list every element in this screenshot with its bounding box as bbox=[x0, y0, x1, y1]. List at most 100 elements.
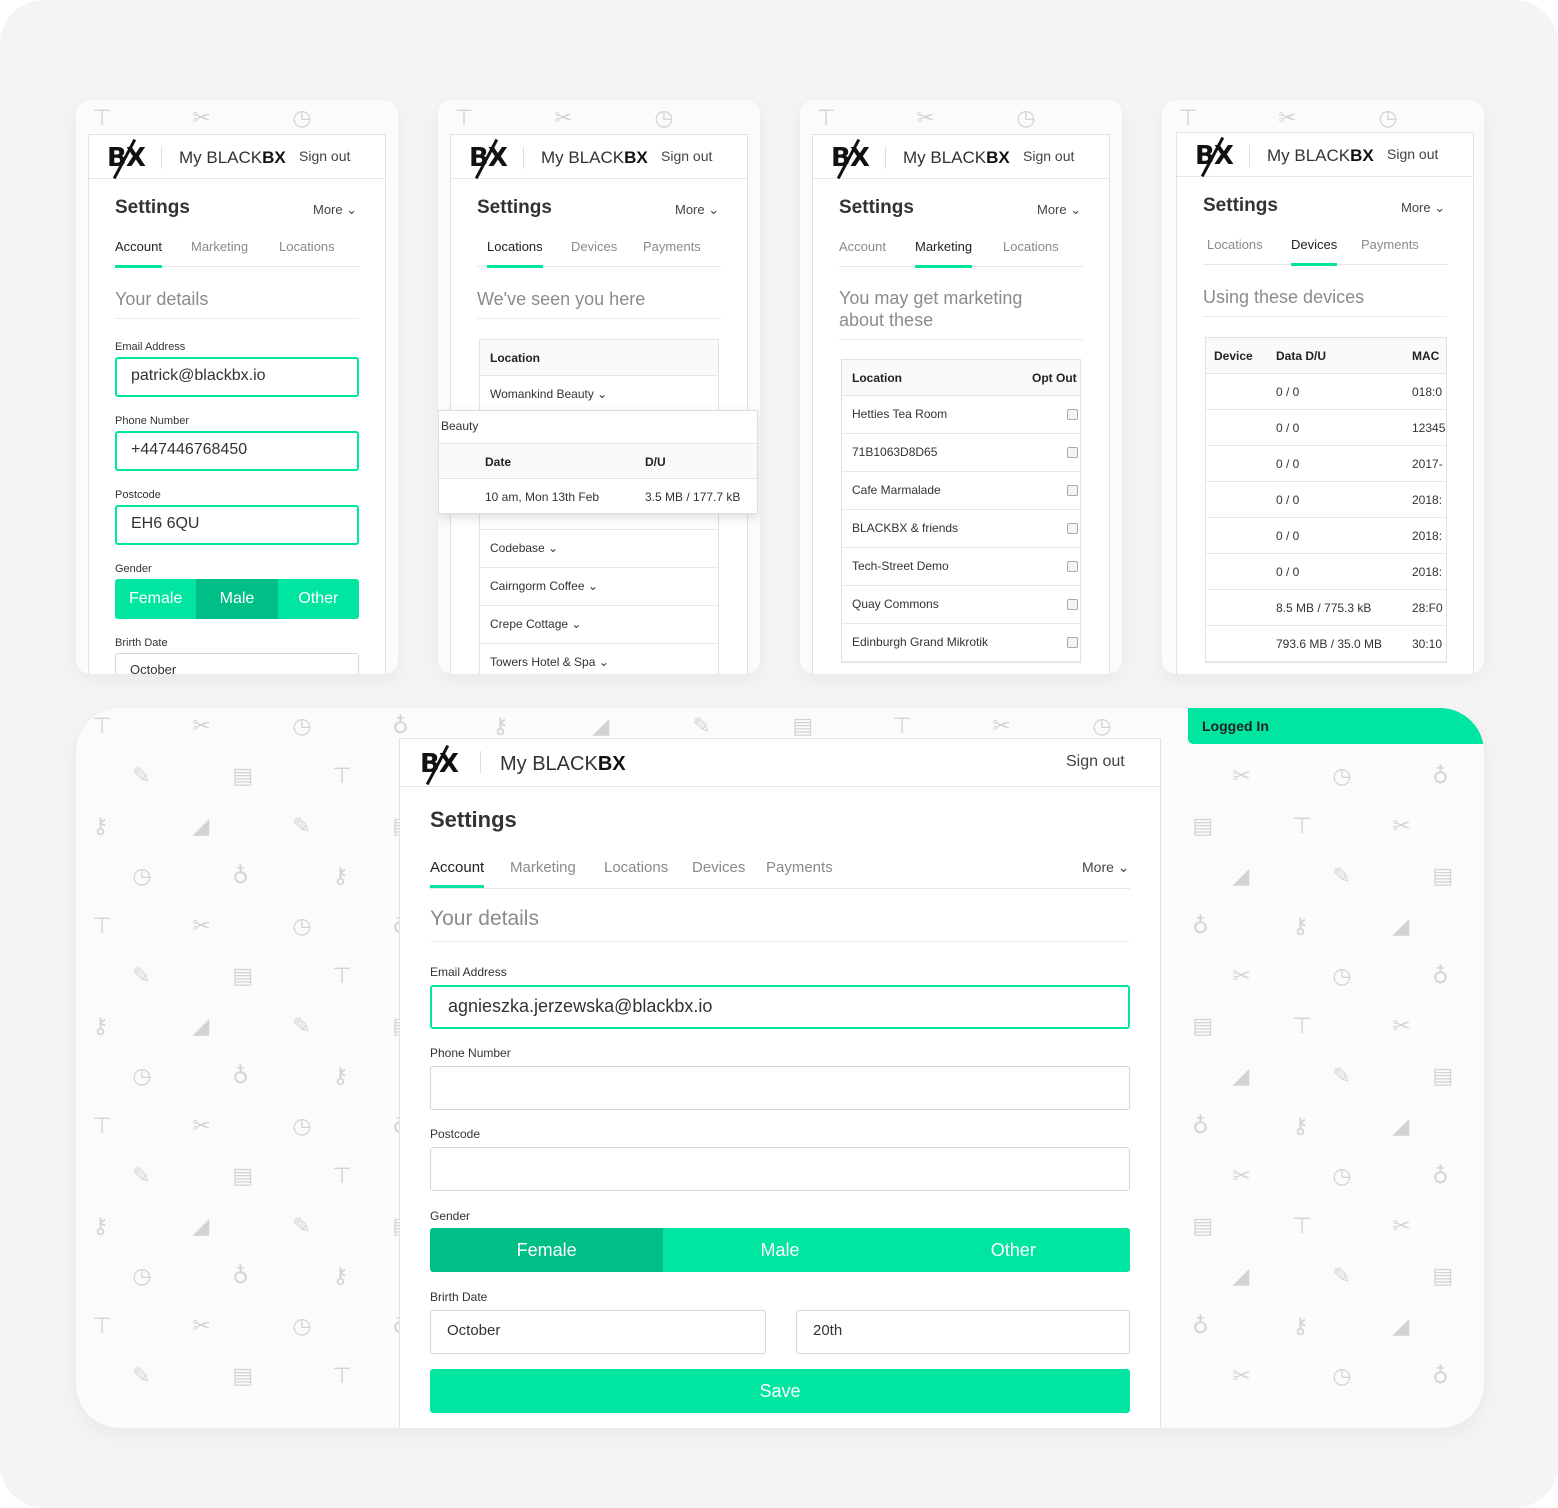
table-header: Location bbox=[480, 340, 718, 376]
signout-link[interactable]: Sign out bbox=[299, 148, 350, 164]
phone-field[interactable]: +447446768450 bbox=[115, 431, 359, 471]
table-row: BLACKBX & friends bbox=[842, 510, 1080, 548]
visit-data: 3.5 MB / 177.7 kB bbox=[645, 490, 741, 504]
more-dropdown[interactable]: More ⌄ bbox=[1082, 859, 1130, 876]
optout-checkbox[interactable] bbox=[1067, 599, 1078, 610]
table-row[interactable]: Womankind Beauty ⌄ bbox=[480, 376, 718, 414]
section-title: Your details bbox=[115, 289, 359, 319]
tab-marketing[interactable]: Marketing bbox=[915, 239, 973, 268]
gender-male[interactable]: Male bbox=[663, 1228, 897, 1272]
section-title-line1: You may get marketing bbox=[839, 288, 1023, 308]
signout-link[interactable]: Sign out bbox=[661, 148, 712, 164]
shower-icon: ⊤ bbox=[1178, 106, 1198, 131]
gender-other[interactable]: Other bbox=[277, 579, 359, 619]
shower-icon: ⊤ bbox=[332, 1364, 352, 1389]
tab-devices[interactable]: Devices bbox=[571, 239, 617, 254]
gender-selector: Female Male Other bbox=[430, 1228, 1130, 1272]
tab-account[interactable]: Account bbox=[115, 239, 162, 268]
signout-link[interactable]: Sign out bbox=[1387, 146, 1438, 162]
key-icon: ⚷ bbox=[1292, 1114, 1309, 1139]
signout-link[interactable]: Sign out bbox=[1066, 753, 1125, 771]
brand-title: My BLACKBX bbox=[500, 753, 626, 775]
train-icon: ▤ bbox=[1432, 864, 1454, 889]
more-dropdown[interactable]: More ⌄ bbox=[313, 202, 357, 218]
location-name: Cairngorm Coffee ⌄ bbox=[490, 579, 598, 593]
logo: BX bbox=[1195, 136, 1234, 178]
table-row[interactable]: Codebase ⌄ bbox=[480, 530, 718, 568]
location-detail-popover: Beauty Date D/U 10 am, Mon 13th Feb 3.5 … bbox=[438, 410, 758, 514]
postcode-field[interactable]: EH6 6QU bbox=[115, 505, 359, 545]
tab-account[interactable]: Account bbox=[839, 239, 886, 254]
tab-bar: Locations Devices Payments bbox=[477, 233, 721, 268]
key-icon: ⚷ bbox=[1292, 914, 1309, 939]
table-row: Edinburgh Grand Mikrotik bbox=[842, 624, 1080, 662]
table-row[interactable]: Towers Hotel & Spa ⌄ bbox=[480, 644, 718, 674]
phone-field[interactable] bbox=[430, 1066, 1130, 1110]
bulb-icon: ♁ bbox=[1432, 764, 1449, 789]
col-location: Location bbox=[852, 371, 902, 385]
tools-icon: ✂ bbox=[192, 714, 211, 739]
bulb-icon: ♁ bbox=[1192, 914, 1209, 939]
save-button[interactable]: Save bbox=[430, 1369, 1130, 1413]
optout-checkbox[interactable] bbox=[1067, 485, 1078, 496]
clock-icon: ◷ bbox=[292, 714, 312, 739]
gender-female[interactable]: Female bbox=[430, 1228, 664, 1272]
marketing-table: Location Opt Out Hetties Tea Room 71B106… bbox=[841, 359, 1081, 663]
gender-female[interactable]: Female bbox=[115, 579, 197, 619]
tab-payments[interactable]: Payments bbox=[1361, 237, 1419, 252]
birth-month-field[interactable]: October bbox=[430, 1310, 766, 1354]
key-icon: ⚷ bbox=[92, 1014, 109, 1039]
bulb-icon: ♁ bbox=[1192, 1314, 1209, 1339]
device-data: 0 / 0 bbox=[1276, 529, 1300, 543]
tools-icon: ✂ bbox=[1232, 1364, 1251, 1389]
location-name: BLACKBX & friends bbox=[852, 521, 959, 535]
postcode-field[interactable] bbox=[430, 1147, 1130, 1191]
shower-icon: ⊤ bbox=[332, 964, 352, 989]
tools-icon: ✂ bbox=[1392, 1214, 1411, 1239]
tab-locations[interactable]: Locations bbox=[604, 859, 668, 876]
email-field[interactable]: patrick@blackbx.io bbox=[115, 357, 359, 397]
device-mac: 2017- bbox=[1412, 457, 1443, 471]
more-dropdown[interactable]: More ⌄ bbox=[675, 202, 719, 218]
tab-account[interactable]: Account bbox=[430, 859, 485, 888]
birth-day-field[interactable]: 20th bbox=[796, 1310, 1130, 1354]
more-dropdown[interactable]: More ⌄ bbox=[1037, 202, 1081, 218]
signout-link[interactable]: Sign out bbox=[1023, 148, 1074, 164]
tab-locations[interactable]: Locations bbox=[279, 239, 335, 254]
tab-marketing[interactable]: Marketing bbox=[191, 239, 248, 254]
birth-month-field[interactable]: October bbox=[115, 653, 359, 674]
key-icon: ⚷ bbox=[332, 1064, 349, 1089]
tab-locations[interactable]: Locations bbox=[1003, 239, 1059, 254]
more-dropdown[interactable]: More ⌄ bbox=[1401, 200, 1445, 216]
tab-marketing[interactable]: Marketing bbox=[510, 859, 576, 876]
optout-checkbox[interactable] bbox=[1067, 561, 1078, 572]
tab-bar: Account Marketing Locations Devices Paym… bbox=[430, 853, 1130, 889]
table-row: 0 / 0 2018: bbox=[1206, 518, 1446, 554]
email-field[interactable]: agnieszka.jerzewska@blackbx.io bbox=[430, 985, 1130, 1029]
tab-locations[interactable]: Locations bbox=[1207, 237, 1263, 252]
optout-checkbox[interactable] bbox=[1067, 637, 1078, 648]
device-data: 0 / 0 bbox=[1276, 457, 1300, 471]
section-title: Your details bbox=[430, 907, 1130, 942]
tab-devices[interactable]: Devices bbox=[692, 859, 745, 876]
table-row[interactable]: Crepe Cottage ⌄ bbox=[480, 606, 718, 644]
tab-payments[interactable]: Payments bbox=[766, 859, 833, 876]
popover-header: Date D/U bbox=[439, 443, 757, 479]
table-row: 793.6 MB / 35.0 MB 30:10 bbox=[1206, 626, 1446, 662]
gender-other[interactable]: Other bbox=[896, 1228, 1130, 1272]
table-row[interactable]: Cairngorm Coffee ⌄ bbox=[480, 568, 718, 606]
clock-icon: ◷ bbox=[292, 1114, 312, 1139]
optout-checkbox[interactable] bbox=[1067, 523, 1078, 534]
optout-checkbox[interactable] bbox=[1067, 447, 1078, 458]
tab-locations[interactable]: Locations bbox=[487, 239, 543, 268]
optout-checkbox[interactable] bbox=[1067, 409, 1078, 420]
tab-bar: Account Marketing Locations bbox=[839, 233, 1083, 268]
device-data: 0 / 0 bbox=[1276, 421, 1300, 435]
device-data: 793.6 MB / 35.0 MB bbox=[1276, 637, 1383, 651]
gender-male[interactable]: Male bbox=[196, 579, 278, 619]
clock-icon: ◷ bbox=[292, 914, 312, 939]
tab-payments[interactable]: Payments bbox=[643, 239, 701, 254]
tab-devices[interactable]: Devices bbox=[1291, 237, 1338, 266]
location-name: Hetties Tea Room bbox=[852, 407, 948, 421]
logo: BX bbox=[469, 138, 508, 180]
